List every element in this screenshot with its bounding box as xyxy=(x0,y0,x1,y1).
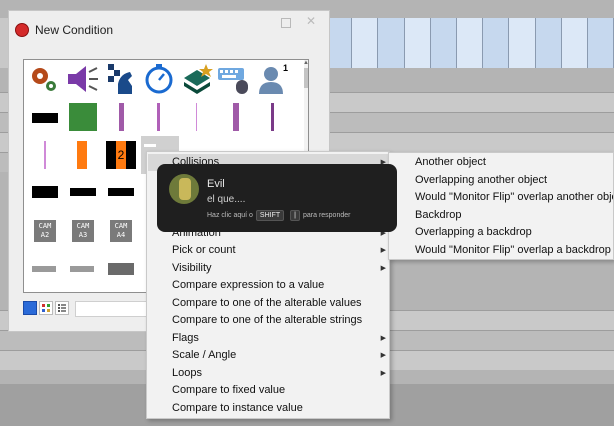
chess-icon[interactable] xyxy=(102,62,140,96)
submenu-arrow-icon: ▶ xyxy=(380,352,386,359)
app-icon xyxy=(15,23,29,37)
green-block-object[interactable] xyxy=(64,100,102,134)
purple-line-object[interactable] xyxy=(254,100,292,134)
collisions-submenu: Another object Overlapping another objec… xyxy=(388,152,614,260)
thin-line-object[interactable] xyxy=(26,138,64,172)
submenu-item-overlapping-object[interactable]: Overlapping another object xyxy=(389,172,613,189)
submenu-item-backdrop[interactable]: Backdrop xyxy=(389,207,613,224)
reply-hint: Haz clic aquí o SHIFT | para responder xyxy=(207,210,351,221)
layers-icon[interactable] xyxy=(178,62,216,96)
dialog-title: New Condition xyxy=(35,23,114,37)
submenu-item-would-overlap-backdrop[interactable]: Would "Monitor Flip" overlap a backdrop … xyxy=(389,242,613,259)
shift-key: SHIFT xyxy=(255,210,285,221)
scrollbar-thumb[interactable] xyxy=(304,68,308,88)
menu-item-compare-alterable-values[interactable]: Compare to one of the alterable values xyxy=(148,295,390,312)
sound-icon[interactable] xyxy=(64,62,102,96)
black-bar-object[interactable] xyxy=(26,100,64,134)
camera-label: CAM A2 xyxy=(34,220,56,242)
submenu-arrow-icon: ▶ xyxy=(380,335,386,342)
purple-line-object[interactable] xyxy=(140,100,178,134)
submenu-arrow-icon: ▶ xyxy=(380,247,386,254)
menu-item-loops[interactable]: Loops ▶ xyxy=(148,365,390,382)
small-icons-view-icon[interactable] xyxy=(39,301,53,315)
maximize-button[interactable] xyxy=(281,18,291,28)
menu-item-visibility[interactable]: Visibility ▶ xyxy=(148,260,390,277)
camera-object-a4[interactable]: CAM A4 xyxy=(102,214,140,248)
menu-item-compare-alterable-strings[interactable]: Compare to one of the alterable strings xyxy=(148,312,390,329)
counter-object[interactable]: 2 xyxy=(102,138,140,172)
gray-strip-object[interactable] xyxy=(26,254,64,288)
scroll-up-arrow[interactable]: ▲ xyxy=(303,60,308,66)
black-bar-object[interactable] xyxy=(26,176,64,210)
dialog-titlebar[interactable]: New Condition ✕ xyxy=(9,11,329,49)
submenu-item-would-overlap-object[interactable]: Would "Monitor Flip" overlap another obj… xyxy=(389,189,613,206)
submenu-item-overlapping-backdrop[interactable]: Overlapping a backdrop xyxy=(389,224,613,241)
message-preview: el que.... xyxy=(207,194,246,205)
purple-line-object[interactable] xyxy=(216,100,254,134)
menu-item-flags[interactable]: Flags ▶ xyxy=(148,330,390,347)
submenu-arrow-icon: ▶ xyxy=(380,370,386,377)
avatar xyxy=(169,174,199,204)
keyboard-mouse-icon[interactable] xyxy=(216,62,254,96)
editor-object-columns xyxy=(326,18,614,68)
close-button[interactable]: ✕ xyxy=(306,14,316,28)
black-bar-object[interactable] xyxy=(64,176,102,210)
large-icons-view-icon[interactable] xyxy=(23,301,37,315)
menu-item-compare-fixed-value[interactable]: Compare to fixed value xyxy=(148,382,390,399)
camera-object-a2[interactable]: CAM A2 xyxy=(26,214,64,248)
menu-item-compare-instance-value[interactable]: Compare to instance value xyxy=(148,400,390,417)
camera-label: CAM A3 xyxy=(72,220,94,242)
player-icon[interactable]: 1 xyxy=(254,62,292,96)
gray-block-object[interactable] xyxy=(102,254,140,288)
sender-name: Evil xyxy=(207,178,225,190)
menu-item-compare-expression[interactable]: Compare expression to a value xyxy=(148,277,390,294)
submenu-arrow-icon: ▶ xyxy=(380,265,386,272)
pipe-key: | xyxy=(290,210,300,221)
timer-icon[interactable] xyxy=(140,62,178,96)
black-bar-object[interactable] xyxy=(102,176,140,210)
list-view-icon[interactable] xyxy=(55,301,69,315)
menu-item-pick-or-count[interactable]: Pick or count ▶ xyxy=(148,242,390,259)
menu-item-scale-angle[interactable]: Scale / Angle ▶ xyxy=(148,347,390,364)
counter-value: 2 xyxy=(116,141,126,169)
settings-icon[interactable] xyxy=(26,62,64,96)
camera-label: CAM A4 xyxy=(110,220,132,242)
gray-strip-object[interactable] xyxy=(64,254,102,288)
submenu-item-another-object[interactable]: Another object xyxy=(389,154,613,171)
camera-object-a3[interactable]: CAM A3 xyxy=(64,214,102,248)
view-mode-toggle xyxy=(23,301,73,317)
player-number: 1 xyxy=(283,63,288,73)
purple-line-object[interactable] xyxy=(102,100,140,134)
orange-bar-object[interactable] xyxy=(64,138,102,172)
thin-line-object[interactable] xyxy=(178,100,216,134)
message-notification[interactable]: Evil el que.... Haz clic aquí o SHIFT | … xyxy=(157,164,397,232)
